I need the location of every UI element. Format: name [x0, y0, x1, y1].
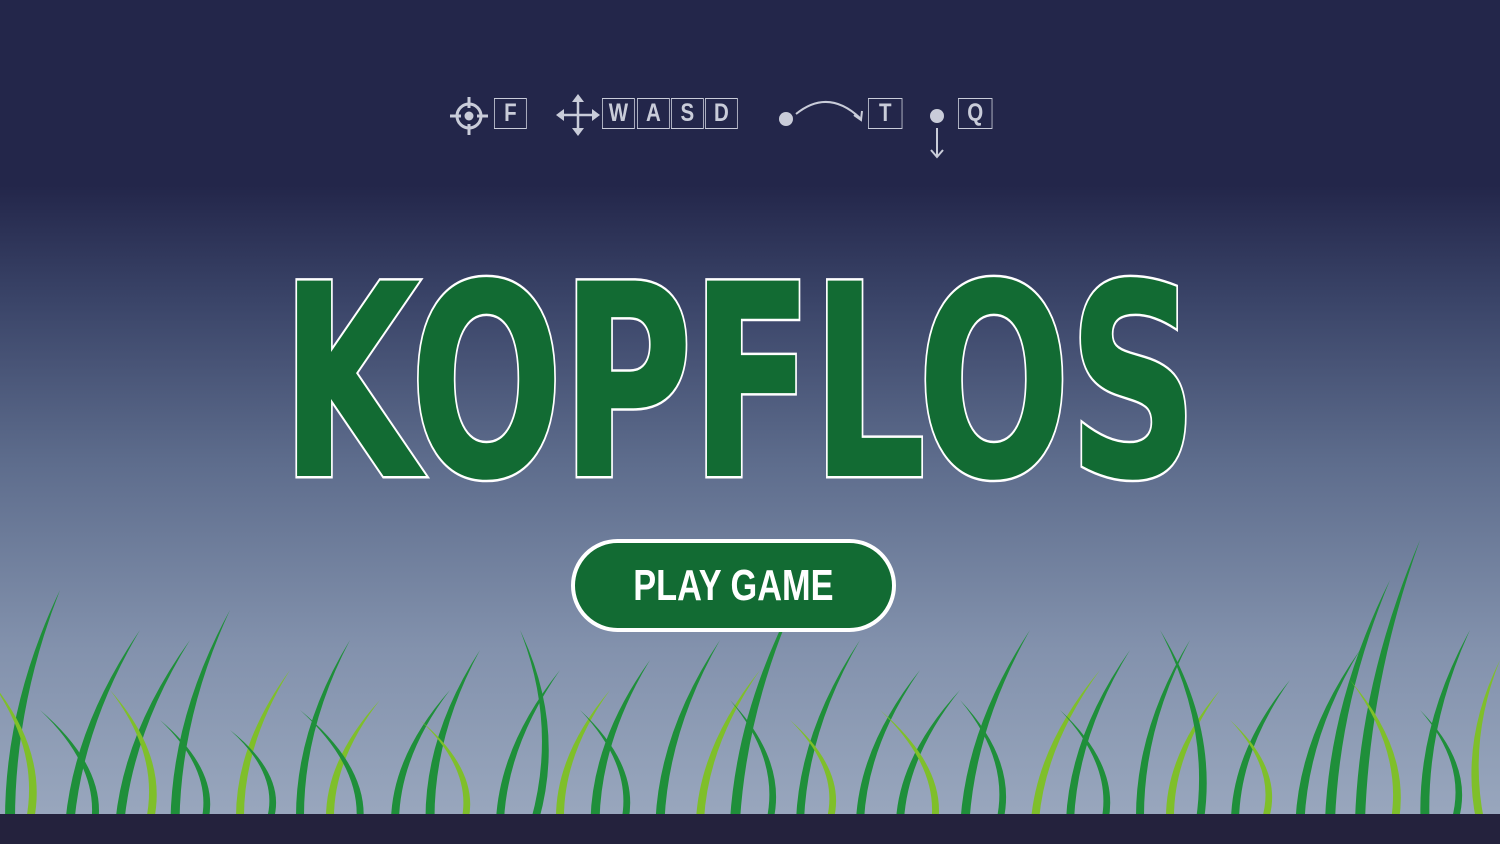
- key-s: S: [671, 98, 704, 129]
- grass-blade: [1135, 640, 1190, 820]
- key-a: A: [637, 98, 670, 129]
- grass-blade: [300, 710, 364, 820]
- grass-blade: [1031, 670, 1100, 820]
- grass-blade: [65, 630, 140, 820]
- drop-down-icon: [930, 109, 944, 159]
- play-game-button[interactable]: PLAY GAME: [571, 539, 896, 632]
- grass-blade: [1420, 630, 1470, 820]
- move-arrows-icon: [556, 94, 600, 136]
- grass-blade: [1325, 580, 1390, 820]
- game-title-text: KOPFLOS: [281, 238, 1196, 508]
- title-screen: F W A S D T Q KOPFLOS PLAY GAME: [0, 0, 1500, 844]
- grass-blade: [1420, 710, 1463, 820]
- grass-blade: [40, 710, 100, 820]
- ground-strip: [0, 814, 1500, 844]
- game-title: KOPFLOS: [278, 238, 1202, 508]
- key-d: D: [705, 98, 738, 129]
- grass-blade: [496, 670, 560, 820]
- key-w: W: [602, 98, 635, 129]
- grass-blade: [5, 590, 60, 820]
- grass-blade: [235, 670, 290, 820]
- grass-blade: [960, 700, 1007, 820]
- grass-blade: [655, 640, 720, 820]
- grass-blade: [880, 710, 940, 820]
- key-t: T: [868, 98, 903, 129]
- crosshair-icon: [450, 97, 488, 135]
- grass-blade: [1355, 540, 1420, 820]
- grass-blade: [1160, 630, 1207, 820]
- key-q: Q: [958, 98, 993, 129]
- grass-blade: [425, 650, 480, 820]
- grass-blade: [580, 710, 631, 820]
- grass-blade: [520, 630, 549, 820]
- grass-blade: [1350, 680, 1401, 820]
- grass-blade: [110, 690, 157, 820]
- grass-blade: [960, 630, 1030, 820]
- key-f: F: [494, 98, 527, 129]
- grass-blade: [1060, 710, 1111, 820]
- grass-blade: [896, 690, 960, 820]
- grass-blade: [295, 640, 350, 820]
- grass-blade: [856, 670, 920, 820]
- grass-blade: [0, 692, 37, 820]
- grass-blade: [1066, 650, 1130, 820]
- grass-blade: [420, 720, 471, 820]
- grass-blade: [796, 640, 860, 820]
- grass-blade: [325, 700, 380, 820]
- grass-blade: [696, 670, 760, 820]
- grass-blade: [790, 720, 837, 820]
- grass-blade: [391, 690, 450, 820]
- grass-blade: [590, 660, 650, 820]
- controls-legend: F W A S D T Q: [0, 0, 1500, 180]
- grass-blade: [170, 610, 230, 820]
- grass-blade: [160, 720, 211, 820]
- grass-blade: [555, 690, 610, 820]
- throw-arc-icon: [779, 100, 863, 126]
- play-game-label: PLAY GAME: [633, 560, 834, 610]
- grass-blade: [1471, 660, 1500, 820]
- grass-blade: [230, 730, 277, 820]
- grass-blade: [1165, 690, 1220, 820]
- grass-blade: [730, 700, 777, 820]
- grass-blade: [1295, 650, 1360, 820]
- grass-blade: [1231, 680, 1290, 820]
- grass-blade: [1230, 720, 1273, 820]
- grass-blade: [115, 640, 190, 820]
